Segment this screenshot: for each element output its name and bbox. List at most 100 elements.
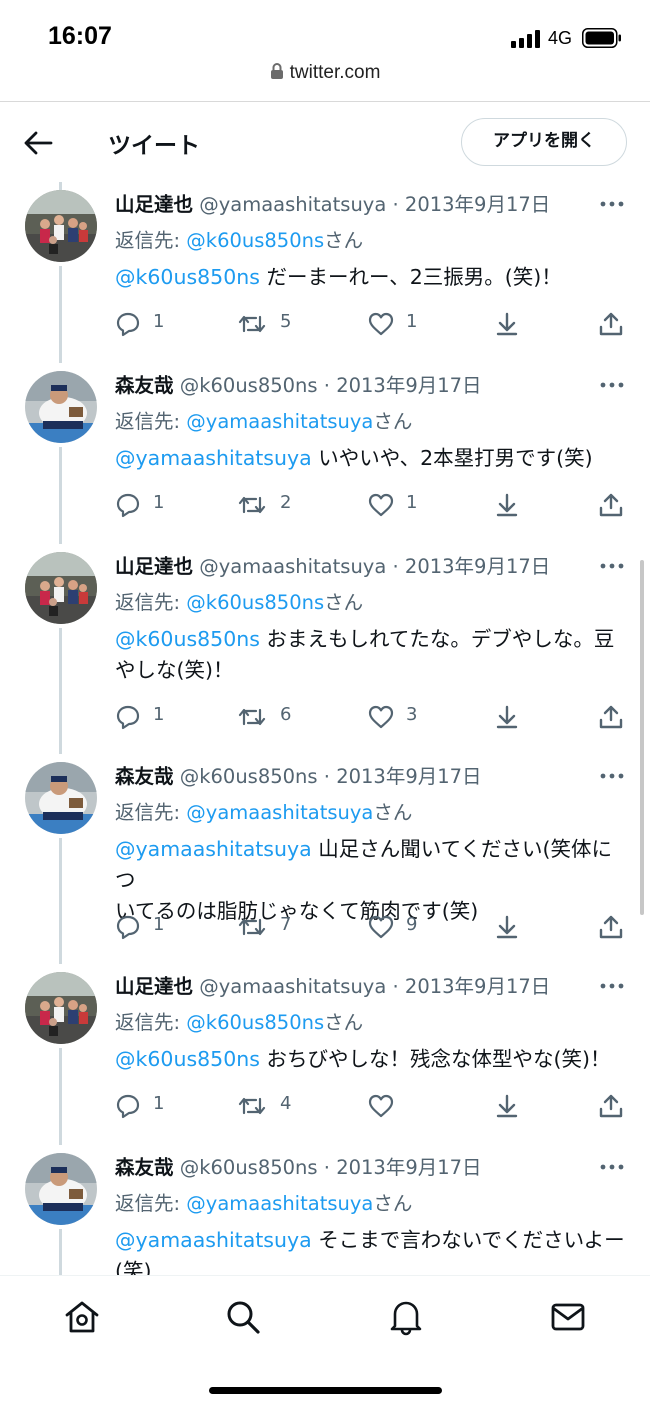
reply-context: 返信先: @k60us850nsさん	[115, 590, 363, 616]
reply-label: 返信先:	[115, 591, 187, 614]
tweet[interactable]: 森友哉 @k60us850ns · 2013年9月17日 返信先: @yamaa…	[0, 1145, 650, 1275]
retweet-count: 6	[280, 704, 292, 725]
reply-context: 返信先: @yamaashitatsuyaさん	[115, 1191, 412, 1217]
reply-to-link[interactable]: @yamaashitatsuya	[186, 410, 373, 433]
reply-context: 返信先: @yamaashitatsuyaさん	[115, 409, 412, 435]
separator-dot: ·	[317, 374, 337, 397]
tweet-actions: 1 7 9	[0, 912, 650, 942]
like-count: 3	[406, 704, 418, 725]
display-name[interactable]: 山足達也	[115, 555, 193, 578]
tweet-text: @k60us850ns おまえもしれてたな。デブやしな。豆 やしな(笑)！	[115, 627, 615, 682]
tweet-date[interactable]: 2013年9月17日	[405, 193, 550, 216]
reply-suffix: さん	[324, 1011, 364, 1034]
home-indicator	[209, 1387, 442, 1394]
tweet-header: 森友哉 @k60us850ns · 2013年9月17日	[115, 1155, 595, 1181]
reply-to-link[interactable]: @k60us850ns	[186, 229, 324, 252]
avatar[interactable]	[25, 1153, 97, 1225]
display-name[interactable]: 森友哉	[115, 1156, 174, 1179]
reply-to-link[interactable]: @k60us850ns	[186, 1011, 324, 1034]
tweet-actions: 1 2 1	[0, 490, 650, 520]
reply-label: 返信先:	[115, 410, 187, 433]
tweet[interactable]: 山足達也 @yamaashitatsuya · 2013年9月17日 返信先: …	[0, 964, 650, 1145]
separator-dot: ·	[317, 765, 337, 788]
separator-dot: ·	[386, 555, 405, 578]
reply-label: 返信先:	[115, 229, 187, 252]
avatar[interactable]	[25, 972, 97, 1044]
tweet[interactable]: 森友哉 @k60us850ns · 2013年9月17日 返信先: @yamaa…	[0, 363, 650, 544]
more-options-icon[interactable]	[600, 982, 624, 990]
user-handle[interactable]: @yamaashitatsuya	[199, 975, 386, 998]
display-name[interactable]: 山足達也	[115, 193, 193, 216]
tweet-actions: 1 4	[0, 1091, 650, 1121]
tweet-date[interactable]: 2013年9月17日	[336, 374, 481, 397]
battery-icon	[582, 28, 621, 48]
messages-icon[interactable]	[549, 1298, 587, 1336]
open-app-button[interactable]: アプリを開く	[461, 118, 627, 166]
tweet[interactable]: 山足達也 @yamaashitatsuya · 2013年9月17日 返信先: …	[0, 182, 650, 363]
display-name[interactable]: 森友哉	[115, 374, 174, 397]
tweet-header: 山足達也 @yamaashitatsuya · 2013年9月17日	[115, 554, 595, 580]
retweet-count: 4	[280, 1093, 292, 1114]
retweet-count: 7	[280, 914, 292, 935]
user-handle[interactable]: @k60us850ns	[180, 1156, 318, 1179]
like-count: 9	[406, 914, 418, 935]
user-handle[interactable]: @k60us850ns	[180, 374, 318, 397]
tweet[interactable]: 山足達也 @yamaashitatsuya · 2013年9月17日 返信先: …	[0, 544, 650, 754]
more-options-icon[interactable]	[600, 200, 624, 208]
tweet-date[interactable]: 2013年9月17日	[405, 555, 550, 578]
reply-label: 返信先:	[115, 801, 187, 824]
tweet-actions: 1 6 3	[0, 702, 650, 732]
reply-count: 1	[153, 311, 165, 332]
reply-count: 1	[153, 492, 165, 513]
retweet-count: 5	[280, 311, 292, 332]
reply-to-link[interactable]: @yamaashitatsuya	[186, 801, 373, 824]
back-arrow-icon[interactable]	[22, 128, 56, 158]
user-handle[interactable]: @yamaashitatsuya	[199, 193, 386, 216]
thread-line	[59, 838, 62, 964]
tweet-date[interactable]: 2013年9月17日	[336, 765, 481, 788]
mention-link[interactable]: @k60us850ns	[115, 1047, 260, 1071]
user-handle[interactable]: @yamaashitatsuya	[199, 555, 386, 578]
tweet[interactable]: 森友哉 @k60us850ns · 2013年9月17日 返信先: @yamaa…	[0, 754, 650, 964]
mention-link[interactable]: @yamaashitatsuya	[115, 446, 312, 470]
reply-count: 1	[153, 914, 165, 935]
avatar[interactable]	[25, 552, 97, 624]
tweet-date[interactable]: 2013年9月17日	[336, 1156, 481, 1179]
user-handle[interactable]: @k60us850ns	[180, 765, 318, 788]
more-options-icon[interactable]	[600, 772, 624, 780]
mention-link[interactable]: @yamaashitatsuya	[115, 837, 312, 861]
tweet-header: 山足達也 @yamaashitatsuya · 2013年9月17日	[115, 974, 595, 1000]
reply-suffix: さん	[373, 410, 413, 433]
thread-line	[59, 1229, 62, 1275]
reply-context: 返信先: @k60us850nsさん	[115, 228, 363, 254]
more-options-icon[interactable]	[600, 1163, 624, 1171]
reply-to-link[interactable]: @yamaashitatsuya	[186, 1192, 373, 1215]
separator-dot: ·	[317, 1156, 337, 1179]
tweet-text: @k60us850ns おちびやしな！残念な体型やな(笑)！	[115, 1047, 611, 1071]
reply-to-link[interactable]: @k60us850ns	[186, 591, 324, 614]
url-bar[interactable]: twitter.com	[0, 62, 650, 100]
reply-count: 1	[153, 1093, 165, 1114]
network-type: 4G	[548, 28, 573, 48]
status-bar: 16:07 4G	[0, 0, 650, 60]
retweet-count: 2	[280, 492, 292, 513]
more-options-icon[interactable]	[600, 562, 624, 570]
search-icon[interactable]	[224, 1298, 262, 1336]
tweet-header: 森友哉 @k60us850ns · 2013年9月17日	[115, 764, 595, 790]
tweet-date[interactable]: 2013年9月17日	[405, 975, 550, 998]
tweet-header: 山足達也 @yamaashitatsuya · 2013年9月17日	[115, 192, 595, 218]
avatar[interactable]	[25, 371, 97, 443]
home-icon[interactable]	[63, 1298, 101, 1336]
more-options-icon[interactable]	[600, 381, 624, 389]
status-time: 16:07	[48, 22, 112, 50]
mention-link[interactable]: @k60us850ns	[115, 627, 260, 651]
mention-link[interactable]: @yamaashitatsuya	[115, 1228, 312, 1252]
display-name[interactable]: 山足達也	[115, 975, 193, 998]
scrollbar[interactable]	[640, 560, 644, 915]
display-name[interactable]: 森友哉	[115, 765, 174, 788]
mention-link[interactable]: @k60us850ns	[115, 265, 260, 289]
avatar[interactable]	[25, 762, 97, 834]
notifications-icon[interactable]	[387, 1298, 425, 1336]
page-title: ツイート	[108, 133, 200, 159]
avatar[interactable]	[25, 190, 97, 262]
